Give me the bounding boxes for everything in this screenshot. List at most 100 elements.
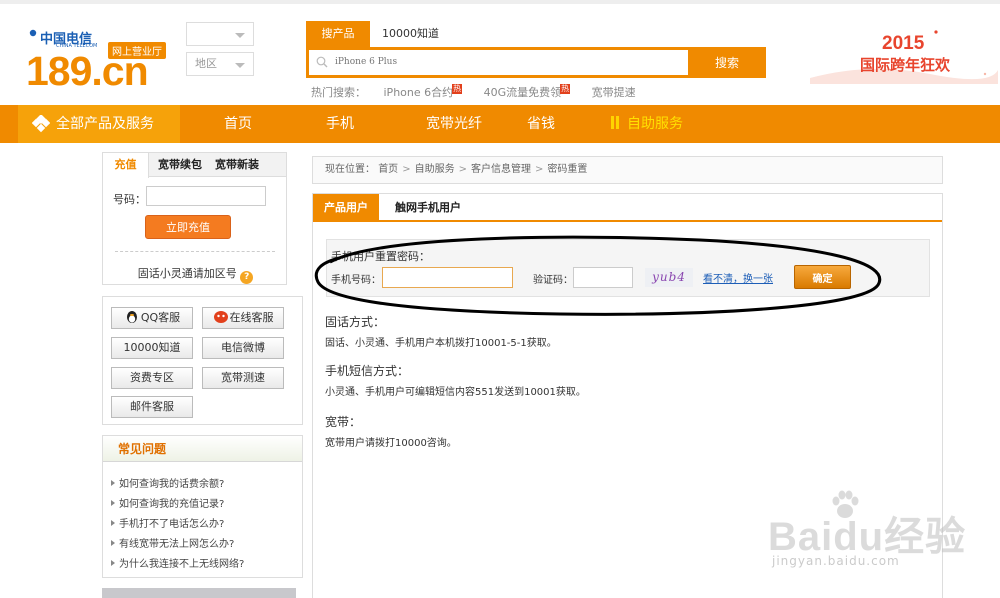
section-text-landline: 固话、小灵通、手机用户本机拨打10001-5-1获取。 (325, 338, 557, 349)
breadcrumb-sep: > (534, 164, 544, 175)
promo-banner[interactable]: 2015 国际跨年狂欢 (810, 26, 998, 84)
nav-item-save[interactable]: 省钱 (527, 105, 555, 143)
section-text-sms: 小灵通、手机用户可编辑短信内容551发送到10001获取。 (325, 387, 586, 398)
hot-badge: 热 (452, 84, 463, 94)
faq-item-text: 有线宽带无法上网怎么办? (119, 539, 235, 550)
breadcrumb: 现在位置： 首页 > 自助服务 > 客户信息管理 > 密码重置 (312, 156, 943, 184)
hot-link-broadband[interactable]: 宽带提速 (592, 86, 636, 99)
header: 中国电信 CHINA TELECOM 网上营业厅 189.cn 地区 搜产品 1… (0, 0, 1000, 105)
breadcrumb-current: 密码重置 (547, 164, 588, 175)
tab-product-user[interactable]: 产品用户 (313, 194, 379, 222)
breadcrumb-sep: > (458, 164, 467, 175)
nav-item-phone[interactable]: 手机 (326, 105, 354, 143)
caret-right-icon (111, 500, 115, 506)
captcha-image[interactable]: yub4 (645, 268, 693, 287)
nav-item-home[interactable]: 首页 (224, 105, 252, 143)
email-service-button[interactable]: 邮件客服 (111, 396, 193, 418)
faq-item-text: 如何查询我的充值记录? (119, 499, 225, 510)
search-input[interactable] (335, 53, 685, 71)
qq-penguin-icon (126, 311, 137, 323)
code-label: 验证码： (533, 275, 573, 286)
nav-all-products[interactable]: 全部产品及服务 (18, 105, 180, 143)
phone-label: 手机号码： (331, 275, 381, 286)
faq-item[interactable]: 如何查询我的话费余额? (111, 475, 224, 490)
caret-right-icon (111, 560, 115, 566)
breadcrumb-prefix: 现在位置： (325, 164, 375, 175)
weibo-button[interactable]: 电信微博 (202, 337, 284, 359)
faq-item[interactable]: 为什么我连接不上无线网络? (111, 555, 244, 570)
hot-searches: 热门搜索： iPhone 6合约热 40G流量免费领热 宽带提速 (311, 84, 636, 100)
breadcrumb-sep: > (402, 164, 411, 175)
chevron-down-icon (235, 33, 245, 38)
section-title-broadband: 宽带： (325, 415, 362, 429)
main-nav: 全部产品及服务 首页 手机 宽带光纤 省钱 自助服务 (0, 105, 1000, 143)
recharge-tab-new[interactable]: 宽带新装 (215, 153, 259, 177)
search-button[interactable]: 搜索 (688, 47, 766, 78)
faq-title: 常见问题 (103, 436, 302, 462)
logo[interactable]: 中国电信 CHINA TELECOM 网上营业厅 189.cn (26, 26, 171, 94)
grey-strip (102, 588, 296, 598)
pause-bars-icon (611, 116, 619, 129)
service-box: QQ客服 在线客服 10000知道 电信微博 资费专区 宽带测速 邮件客服 (102, 296, 303, 425)
recharge-tabs: 充值 宽带续包 宽带新装 (103, 153, 286, 178)
help-icon[interactable]: ? (240, 271, 254, 284)
caret-right-icon (111, 520, 115, 526)
diamond-grid-icon (32, 115, 50, 133)
region-select[interactable]: 地区 (186, 52, 254, 76)
phone-number-input[interactable] (382, 267, 513, 288)
faq-box: 常见问题 如何查询我的话费余额? 如何查询我的充值记录? 手机打不了电话怎么办?… (102, 435, 303, 578)
form-title: 手机用户重置密码： (331, 250, 430, 263)
refresh-captcha-link[interactable]: 看不清，换一张 (703, 270, 773, 285)
promo-year: 2015 (882, 33, 925, 54)
confirm-button[interactable]: 确定 (794, 265, 851, 289)
section-title-sms: 手机短信方式： (325, 364, 410, 378)
qq-service-button[interactable]: QQ客服 (111, 307, 193, 329)
recharge-tab-renew[interactable]: 宽带续包 (158, 153, 202, 177)
chat-bot-icon (213, 311, 228, 323)
hot-label: 热门搜索： (311, 86, 366, 99)
online-service-button[interactable]: 在线客服 (202, 307, 284, 329)
promo-title: 国际跨年狂欢 (860, 56, 951, 74)
main-panel: 产品用户 触网手机用户 手机用户重置密码： 手机号码： 验证码： yub4 看不… (312, 193, 943, 598)
faq-item-text: 如何查询我的话费余额? (119, 479, 225, 490)
hot-link-iphone[interactable]: iPhone 6合约 (384, 86, 454, 99)
region-select-label: 地区 (195, 57, 217, 70)
recharge-button[interactable]: 立即充值 (145, 215, 231, 239)
caret-right-icon (111, 540, 115, 546)
hot-link-traffic[interactable]: 40G流量免费领 (484, 86, 562, 99)
chevron-down-icon (235, 63, 245, 68)
search-icon (316, 56, 328, 68)
recharge-tab-topup[interactable]: 充值 (103, 153, 149, 178)
recharge-box: 充值 宽带续包 宽带新装 号码： 立即充值 固话小灵通请加区号 ? (102, 152, 287, 285)
recharge-note: 固话小灵通请加区号 ? (103, 265, 288, 284)
tariff-button[interactable]: 资费专区 (111, 367, 193, 389)
breadcrumb-self-service[interactable]: 自助服务 (415, 164, 455, 175)
breadcrumb-customer-info[interactable]: 客户信息管理 (471, 164, 531, 175)
search-tab-10000[interactable]: 10000知道 (382, 21, 439, 47)
faq-item[interactable]: 如何查询我的充值记录? (111, 495, 224, 510)
faq-item[interactable]: 有线宽带无法上网怎么办? (111, 535, 234, 550)
recharge-number-input[interactable] (146, 186, 266, 206)
captcha-input[interactable] (573, 267, 633, 288)
province-select[interactable] (186, 22, 254, 46)
china-telecom-icon (29, 29, 37, 37)
hot-badge: 热 (560, 84, 571, 94)
divider (115, 251, 275, 252)
online-service-label: 在线客服 (229, 311, 274, 324)
nav-all-label: 全部产品及服务 (56, 116, 154, 132)
tab-touch-user[interactable]: 触网手机用户 (395, 194, 461, 222)
section-title-landline: 固话方式： (325, 315, 386, 329)
qq-service-label: QQ客服 (140, 311, 181, 324)
breadcrumb-home[interactable]: 首页 (378, 164, 398, 175)
faq-item[interactable]: 手机打不了电话怎么办? (111, 515, 224, 530)
section-text-broadband: 宽带用户请拨打10000咨询。 (325, 438, 457, 449)
faq-item-text: 手机打不了电话怎么办? (119, 519, 225, 530)
nav-item-self-service[interactable]: 自助服务 (611, 105, 683, 143)
nav-item-broadband[interactable]: 宽带光纤 (426, 105, 482, 143)
search-tab-products[interactable]: 搜产品 (306, 21, 370, 47)
speedtest-button[interactable]: 宽带测速 (202, 367, 284, 389)
caret-right-icon (111, 480, 115, 486)
number-label: 号码： (113, 193, 146, 206)
main-tabs: 产品用户 触网手机用户 (313, 194, 942, 222)
zhidao-button[interactable]: 10000知道 (111, 337, 193, 359)
